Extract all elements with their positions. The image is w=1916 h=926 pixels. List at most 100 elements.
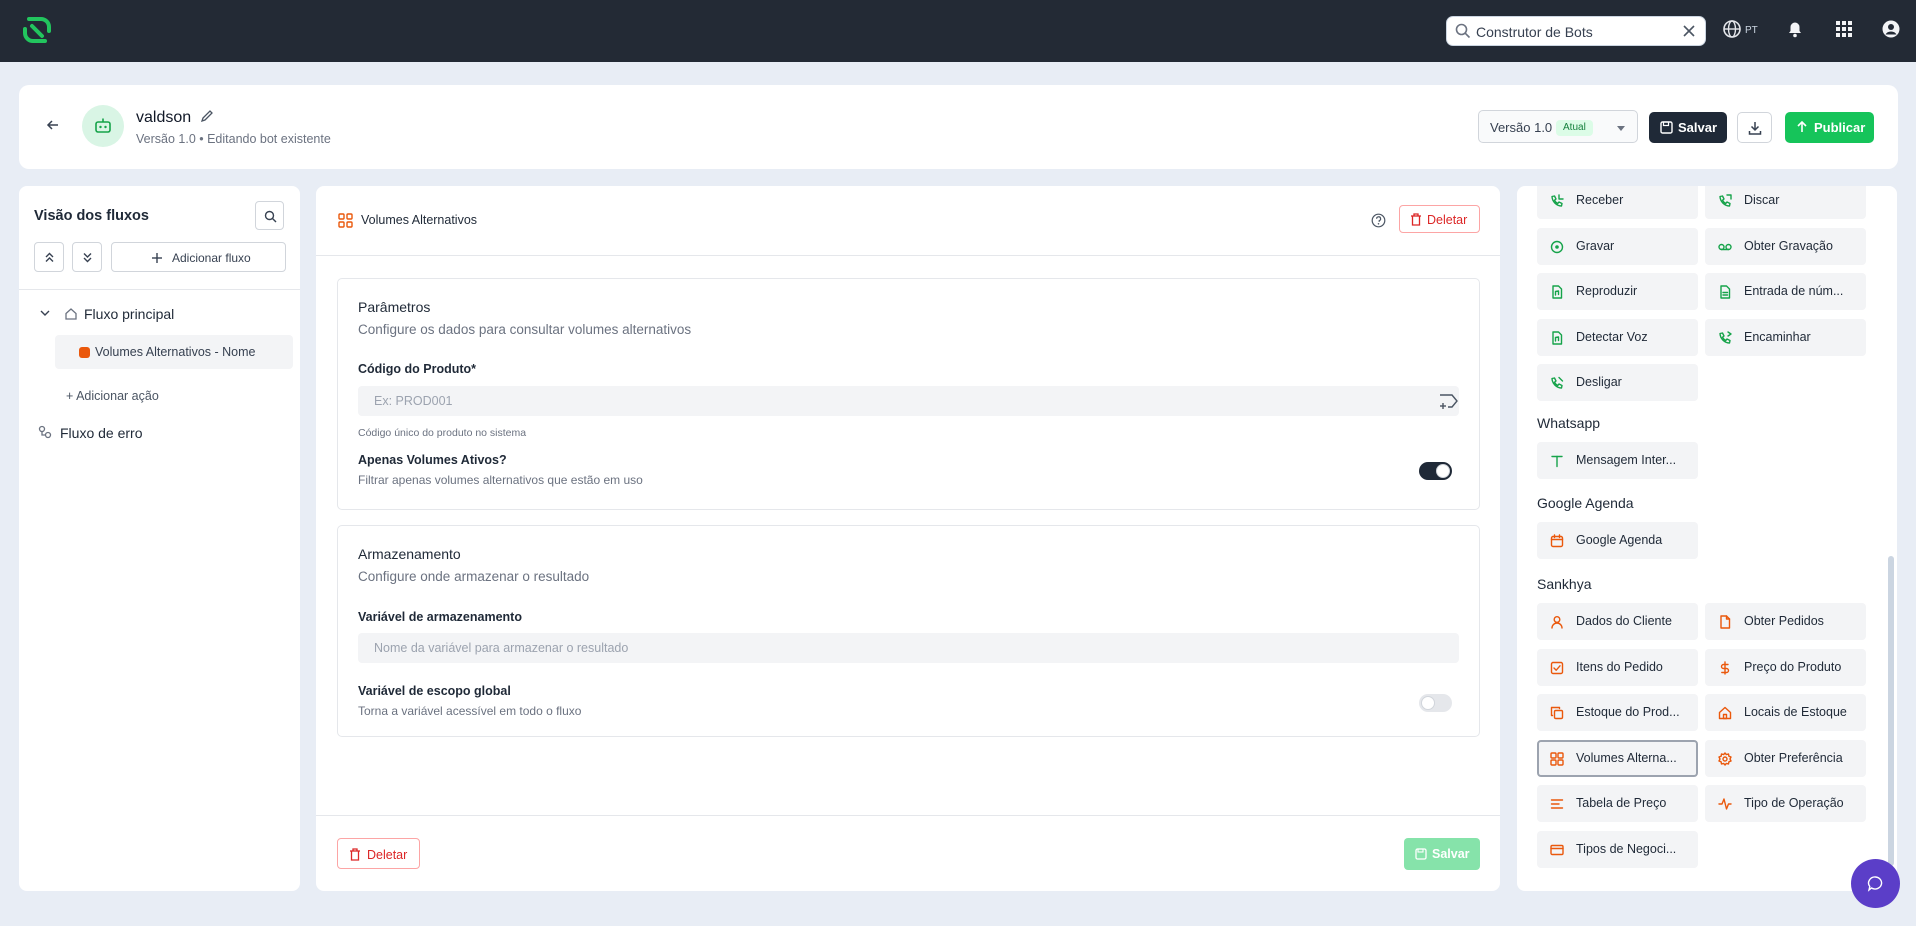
action-item[interactable]: Obter Gravação bbox=[1705, 227, 1866, 265]
global-scope-label: Variável de escopo global bbox=[358, 684, 511, 698]
palette-scrollbar[interactable] bbox=[1888, 556, 1894, 866]
product-code-label: Código do Produto* bbox=[358, 362, 477, 376]
selected-action-item[interactable]: Volumes Alternativos - Nome bbox=[55, 335, 293, 369]
globe-icon[interactable] bbox=[1722, 19, 1742, 39]
active-only-toggle[interactable] bbox=[1419, 462, 1452, 480]
footer-delete-button[interactable]: Deletar bbox=[337, 838, 420, 869]
bot-avatar bbox=[82, 105, 124, 147]
help-icon[interactable] bbox=[1371, 213, 1386, 228]
action-item[interactable]: Dados do Cliente bbox=[1537, 603, 1698, 640]
error-flow-icon bbox=[38, 425, 52, 439]
action-item[interactable]: Tipo de Operação bbox=[1705, 785, 1866, 822]
chevron-down-icon[interactable] bbox=[40, 310, 50, 317]
action-item-label: Reproduzir bbox=[1576, 284, 1638, 298]
bot-header: valdson Versão 1.0 • Editando bot existe… bbox=[19, 85, 1898, 169]
action-item-label: Tabela de Preço bbox=[1576, 796, 1667, 810]
product-code-input[interactable] bbox=[358, 386, 1459, 416]
back-arrow-icon[interactable] bbox=[46, 118, 60, 132]
action-item[interactable]: Tabela de Preço bbox=[1537, 785, 1698, 822]
chevron-down-icon bbox=[1617, 126, 1625, 131]
version-label: Versão 1.0 bbox=[1490, 120, 1553, 135]
action-item[interactable]: Tipos de Negoci... bbox=[1537, 830, 1698, 868]
clear-icon[interactable] bbox=[1681, 23, 1697, 39]
insert-variable-icon[interactable] bbox=[1439, 393, 1459, 410]
action-item-label: Desligar bbox=[1576, 375, 1622, 389]
apps-grid-icon[interactable] bbox=[1834, 19, 1854, 39]
storage-variable-input[interactable] bbox=[358, 633, 1459, 663]
file-audio-icon bbox=[1550, 330, 1564, 350]
footer-save-button[interactable]: Salvar bbox=[1404, 838, 1480, 870]
action-item[interactable]: Estoque do Prod... bbox=[1537, 694, 1698, 731]
action-item-label: Receber bbox=[1576, 193, 1624, 207]
chat-button[interactable] bbox=[1851, 859, 1900, 908]
search-input[interactable] bbox=[1476, 21, 1676, 43]
action-item-label: Entrada de núm... bbox=[1744, 284, 1844, 298]
action-color-dot bbox=[79, 347, 90, 358]
bot-name: valdson bbox=[136, 109, 192, 126]
group-title-google: Google Agenda bbox=[1537, 495, 1634, 511]
section-title: Armazenamento bbox=[358, 546, 461, 562]
error-flow-item[interactable]: Fluxo de erro bbox=[60, 425, 142, 441]
action-item[interactable]: Encaminhar bbox=[1705, 318, 1866, 356]
download-button[interactable] bbox=[1737, 112, 1772, 143]
grid-icon bbox=[338, 213, 353, 228]
action-item[interactable]: Google Agenda bbox=[1537, 522, 1698, 559]
add-action-link[interactable]: + Adicionar ação bbox=[66, 389, 159, 403]
publish-button[interactable]: Publicar bbox=[1785, 112, 1874, 143]
action-item-label: Locais de Estoque bbox=[1744, 705, 1847, 719]
language-label[interactable]: PT bbox=[1745, 25, 1758, 36]
action-item[interactable]: Gravar bbox=[1537, 227, 1698, 265]
pencil-icon[interactable] bbox=[200, 109, 214, 123]
save-icon bbox=[1660, 121, 1673, 134]
phone-forward-icon bbox=[1718, 330, 1732, 350]
text-icon bbox=[1550, 454, 1564, 473]
global-scope-toggle[interactable] bbox=[1419, 694, 1452, 712]
action-item[interactable]: Preço do Produto bbox=[1705, 648, 1866, 686]
global-scope-desc: Torna a variável acessível em todo o flu… bbox=[358, 704, 582, 718]
toggle-knob bbox=[1436, 464, 1450, 478]
global-search[interactable] bbox=[1446, 16, 1706, 46]
activity-icon bbox=[1718, 797, 1732, 816]
arrow-up-icon bbox=[1797, 121, 1807, 132]
flows-search-button[interactable] bbox=[255, 201, 284, 230]
expand-all-button[interactable] bbox=[72, 242, 102, 272]
divider bbox=[19, 289, 300, 290]
save-icon bbox=[1415, 848, 1427, 860]
action-item-label: Itens do Pedido bbox=[1576, 659, 1663, 674]
card-icon bbox=[1550, 843, 1564, 862]
action-item-label: Obter Preferência bbox=[1744, 750, 1843, 765]
storage-section: Armazenamento Configure onde armazenar o… bbox=[337, 525, 1480, 737]
delete-button[interactable]: Deletar bbox=[1399, 205, 1480, 233]
action-item[interactable]: Obter Preferência bbox=[1705, 739, 1866, 777]
action-item[interactable]: Locais de Estoque bbox=[1705, 694, 1866, 731]
collapse-all-button[interactable] bbox=[34, 242, 64, 272]
dollar-icon bbox=[1718, 660, 1732, 680]
section-subtitle: Configure onde armazenar o resultado bbox=[358, 569, 590, 584]
save-button[interactable]: Salvar bbox=[1649, 112, 1727, 143]
action-item[interactable]: Receber bbox=[1537, 186, 1698, 219]
user-icon[interactable] bbox=[1881, 19, 1901, 39]
action-item[interactable]: Obter Pedidos bbox=[1705, 603, 1866, 640]
action-item[interactable]: Desligar bbox=[1537, 364, 1698, 401]
phone-hangup-icon bbox=[1550, 376, 1564, 395]
download-icon bbox=[1748, 122, 1762, 135]
action-item[interactable]: Mensagem Inter... bbox=[1537, 442, 1698, 479]
main-flow-item[interactable]: Fluxo principal bbox=[84, 306, 174, 322]
action-item[interactable]: Itens do Pedido bbox=[1537, 648, 1698, 686]
action-item[interactable]: Entrada de núm... bbox=[1705, 273, 1866, 310]
add-flow-button[interactable]: Adicionar fluxo bbox=[111, 242, 286, 272]
action-item[interactable]: Volumes Alterna... bbox=[1537, 739, 1698, 777]
action-item-label: Tipo de Operação bbox=[1744, 796, 1844, 810]
file-audio-icon bbox=[1550, 285, 1564, 304]
divider bbox=[316, 255, 1500, 256]
version-select[interactable]: Versão 1.0 Atual bbox=[1478, 110, 1638, 143]
trash-icon bbox=[1411, 213, 1421, 226]
action-item[interactable]: Detectar Voz bbox=[1537, 318, 1698, 356]
bell-icon[interactable] bbox=[1785, 19, 1805, 39]
home-icon bbox=[65, 308, 77, 320]
divider bbox=[316, 815, 1500, 816]
action-item-label: Volumes Alterna... bbox=[1576, 750, 1677, 765]
action-item[interactable]: Discar bbox=[1705, 186, 1866, 219]
app-logo-icon[interactable] bbox=[20, 13, 54, 47]
action-item[interactable]: Reproduzir bbox=[1537, 273, 1698, 310]
